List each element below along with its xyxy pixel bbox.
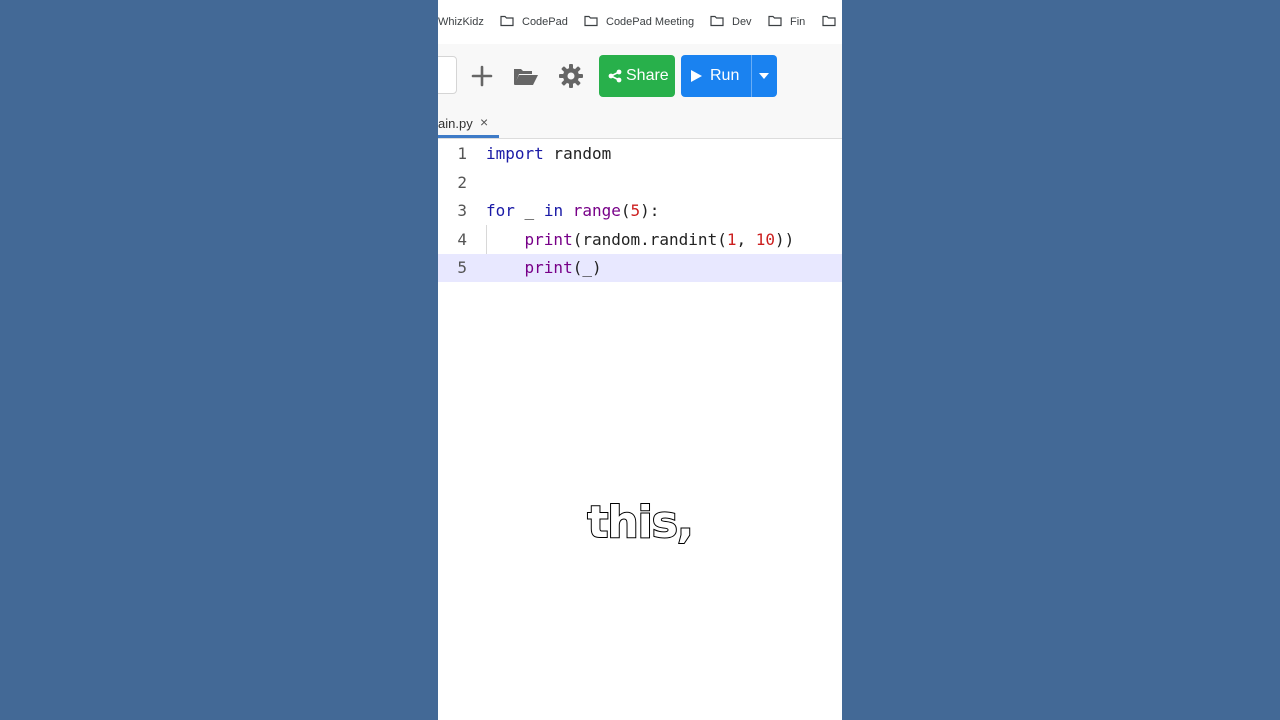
play-icon — [691, 70, 702, 82]
code-text: for _ in range(5): — [486, 197, 659, 225]
line-number: 4 — [457, 229, 467, 249]
code-text: print(_) — [486, 254, 602, 282]
run-divider — [751, 55, 752, 97]
code-editor[interactable]: 1 import random 2 3 for _ in range(5): 4 prin… — [438, 139, 842, 720]
file-tabs: ain.py × — [438, 108, 842, 139]
line-number: 1 — [457, 144, 467, 163]
code-token: (_) — [572, 258, 602, 277]
close-icon[interactable]: × — [480, 114, 488, 130]
editor-toolbar: Share Run — [438, 44, 842, 108]
run-label: Run — [710, 67, 740, 84]
code-token: )) — [775, 229, 795, 249]
code-token: ( — [620, 201, 631, 220]
code-token: 5 — [630, 201, 641, 220]
share-button[interactable]: Share — [599, 55, 675, 97]
share-icon — [608, 69, 622, 83]
plus-icon[interactable] — [468, 62, 496, 90]
code-token: in — [543, 201, 564, 220]
folder-icon — [584, 15, 598, 27]
code-token: 10 — [755, 229, 775, 249]
code-token: print — [524, 258, 573, 277]
code-token: (random.randint( — [572, 229, 727, 249]
code-line[interactable]: 2 — [438, 169, 842, 197]
folder-open-icon[interactable] — [512, 62, 540, 90]
code-token: random — [543, 144, 612, 163]
code-text: import random — [486, 140, 611, 168]
bookmark-label: Fin — [790, 16, 806, 28]
line-number: 3 — [457, 201, 467, 220]
folder-icon — [500, 15, 514, 27]
code-token: import — [486, 144, 544, 163]
tab-main-py[interactable]: ain.py × — [438, 108, 499, 138]
filename-input[interactable] — [438, 56, 457, 94]
share-label: Share — [626, 67, 669, 84]
folder-icon — [710, 15, 724, 27]
bookmark-label: CodePad — [522, 16, 568, 28]
browser-viewport: WhizKidz CodePad CodePad Meeting Dev Fin — [438, 0, 842, 720]
bookmark-label: CodePad Meeting — [606, 16, 695, 28]
code-line[interactable]: 5 print(_) — [438, 254, 842, 282]
line-number: 5 — [457, 258, 467, 277]
code-token: print — [524, 229, 573, 249]
code-token: , — [736, 229, 756, 249]
bookmarks-bar: WhizKidz CodePad CodePad Meeting Dev Fin — [438, 0, 842, 45]
bookmark-label: Dev — [732, 16, 752, 28]
tab-label: ain.py — [438, 116, 473, 131]
code-token: range — [572, 201, 621, 220]
code-token: for — [486, 201, 515, 220]
code-line[interactable]: 1 import random — [438, 140, 842, 168]
code-token: ): — [640, 201, 660, 220]
folder-icon — [822, 15, 836, 27]
video-caption: this, — [586, 496, 694, 549]
bookmark-label: WhizKidz — [438, 16, 484, 28]
gear-icon[interactable] — [557, 62, 585, 90]
code-text: print(random.randint(1, 10)) — [486, 226, 795, 254]
run-button[interactable]: Run — [681, 55, 777, 97]
code-line[interactable]: 3 for _ in range(5): — [438, 197, 842, 225]
code-token: _ — [514, 201, 544, 220]
caret-down-icon[interactable] — [759, 73, 769, 79]
code-line[interactable]: 4 print(random.randint(1, 10)) — [438, 226, 842, 254]
folder-icon — [768, 15, 782, 27]
line-number: 2 — [457, 172, 467, 192]
